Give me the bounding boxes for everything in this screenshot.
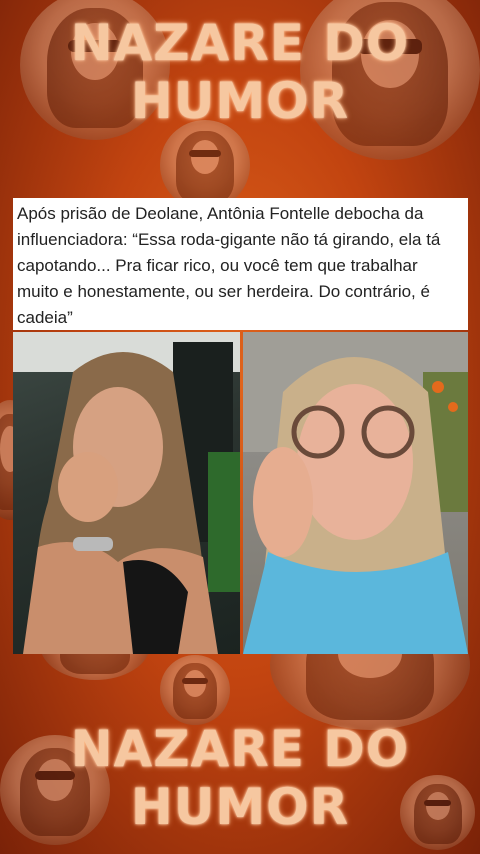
bg-portrait-bubble xyxy=(160,655,230,725)
banner-title-top-line2: HUMOR xyxy=(130,72,350,130)
banner-title-bottom: NAZARE DO HUMOR xyxy=(0,720,480,836)
photo-left xyxy=(13,332,240,654)
news-headline-text: Após prisão de Deolane, Antônia Fontelle… xyxy=(17,204,441,327)
bg-portrait-bubble xyxy=(160,120,250,210)
banner-title-bottom-line1: NAZARE DO xyxy=(70,720,410,778)
banner-title-bottom-line2: HUMOR xyxy=(130,778,350,836)
banner-title-top-line1: NAZARE DO xyxy=(70,14,410,72)
banner-title-top: NAZARE DO HUMOR xyxy=(0,14,480,130)
photo-left-illustration xyxy=(13,332,240,654)
news-headline-card: Após prisão de Deolane, Antônia Fontelle… xyxy=(13,198,468,330)
photo-right xyxy=(243,332,468,654)
photo-right-illustration xyxy=(243,332,468,654)
